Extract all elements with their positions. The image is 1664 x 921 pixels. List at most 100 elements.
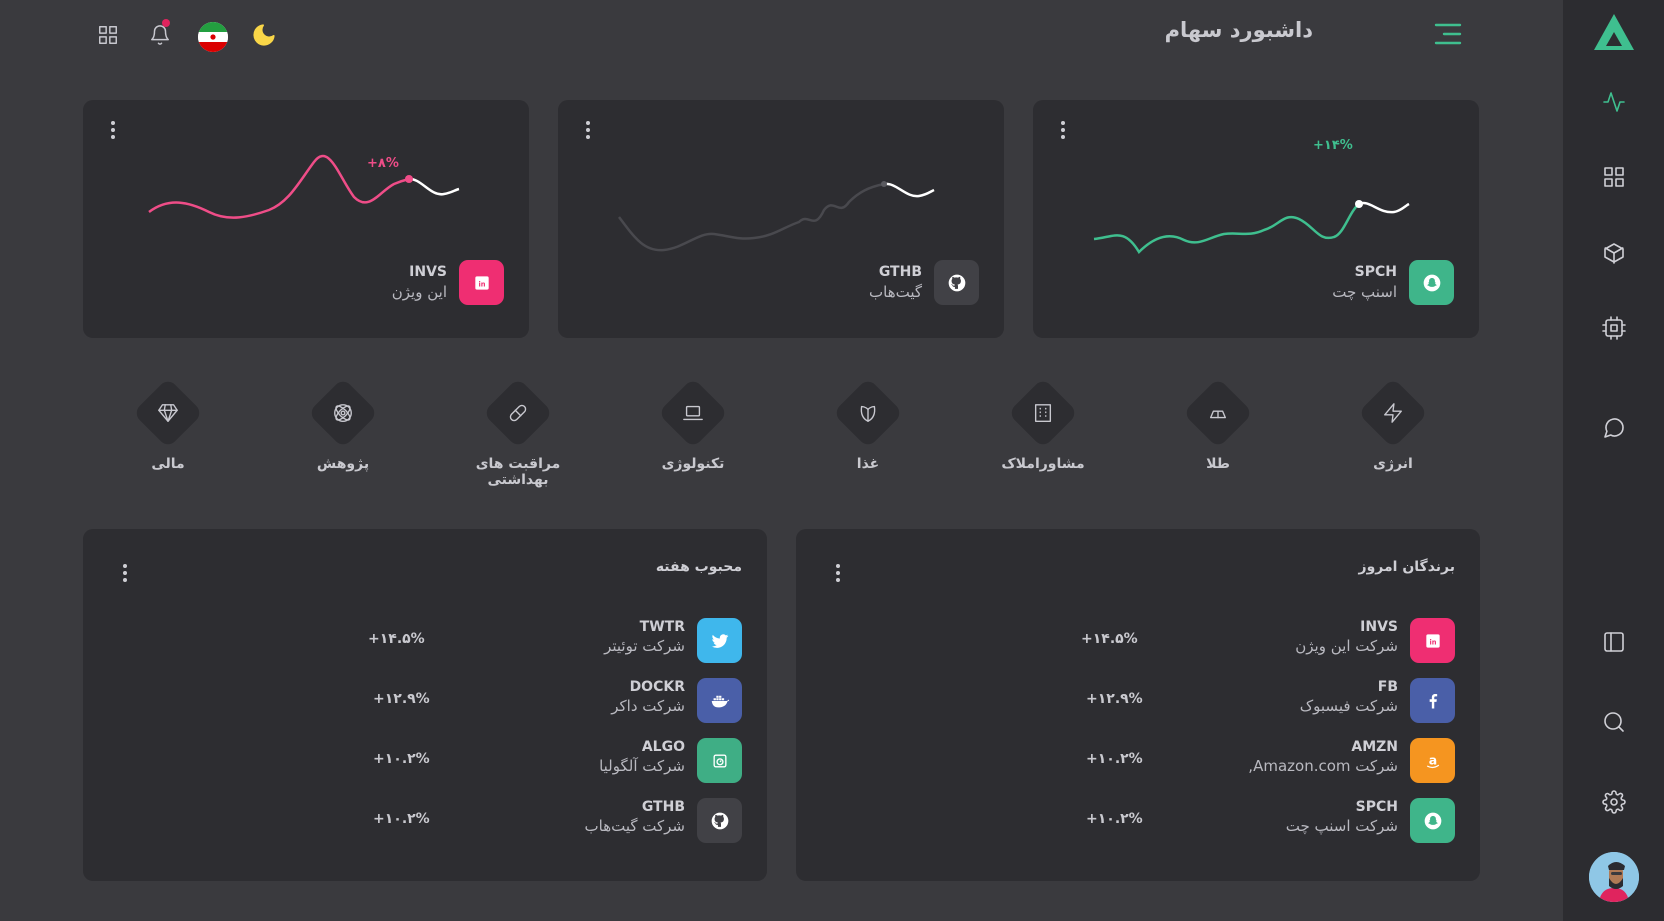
more-options-icon[interactable] <box>108 118 118 142</box>
invision-icon: in <box>459 260 504 305</box>
bell-icon[interactable] <box>146 19 174 50</box>
sparkline-chart <box>1093 200 1410 255</box>
category-label: طلا <box>1206 456 1230 472</box>
notification-dot <box>162 19 170 27</box>
category-research[interactable]: پژوهش <box>268 377 418 472</box>
popular-panel: محبوب هفته TWTR شرکت توئیتر +۱۴.۵% DOCKR ش… <box>83 529 767 881</box>
twitter-icon <box>697 618 742 663</box>
category-technology[interactable]: تکنولوژی <box>618 377 768 472</box>
atom-icon <box>334 404 352 422</box>
category-real-estate[interactable]: مشاوراملاک <box>968 377 1118 472</box>
more-options-icon[interactable] <box>120 561 130 585</box>
zap-icon <box>1384 403 1402 423</box>
stock-symbol: ALGO <box>641 739 685 755</box>
panel-title: برندگان امروز <box>1358 559 1455 575</box>
stock-name: شرکت آلگولیا <box>599 757 685 775</box>
stock-symbol: INVS <box>1360 619 1398 635</box>
iran-flag-icon[interactable] <box>198 22 228 52</box>
stock-symbol: TWTR <box>639 619 685 635</box>
winners-panel: برندگان امروز in INVS شرکت این ویژن +۱۴.۵… <box>796 529 1480 881</box>
facebook-icon <box>1410 678 1455 723</box>
list-item[interactable]: DOCKR شرکت داکر +۱۲.۹% <box>108 678 742 726</box>
settings-icon[interactable] <box>1602 790 1626 814</box>
stock-name: شرکت فیسبوک <box>1299 697 1398 715</box>
list-item[interactable]: ALGO شرکت آلگولیا +۱۰.۲% <box>108 738 742 786</box>
stock-name: شرکت Amazon.com, <box>1248 757 1398 775</box>
change-value: +۱۰.۲% <box>1086 751 1143 767</box>
more-options-icon[interactable] <box>583 118 593 142</box>
category-label: مراقبت های بهداشتی <box>475 456 561 488</box>
category-label: مشاوراملاک <box>1001 456 1085 472</box>
stock-card-gthb[interactable]: GTHB گیت‌هاب <box>558 100 1004 338</box>
change-value: +۱۰.۲% <box>1086 811 1143 827</box>
category-list: انرژی طلا مشاوراملاک غذا تکنولوژی مراقبت… <box>100 377 1430 490</box>
category-gold[interactable]: طلا <box>1143 377 1293 472</box>
stock-symbol: GTHB <box>878 264 922 280</box>
snapchat-icon <box>1410 798 1455 843</box>
gold-icon <box>1209 410 1227 419</box>
amazon-icon: a <box>1410 738 1455 783</box>
category-label: تکنولوژی <box>661 456 725 472</box>
menu-toggle-icon[interactable] <box>1433 20 1463 48</box>
category-food[interactable]: غذا <box>793 377 943 472</box>
apps-grid-icon[interactable] <box>94 20 122 50</box>
list-item[interactable]: SPCH شرکت اسنپ چت +۱۰.۲% <box>821 798 1455 846</box>
stock-symbol: INVS <box>409 264 447 280</box>
sidebar-icon[interactable] <box>1602 630 1626 654</box>
app-logo[interactable] <box>1592 12 1636 52</box>
stock-name: گیت‌هاب <box>869 283 922 301</box>
change-value: +۱۴.۵% <box>368 631 425 647</box>
search-icon[interactable] <box>1602 710 1626 734</box>
category-healthcare[interactable]: مراقبت های بهداشتی <box>443 377 593 488</box>
diamond-icon <box>158 404 178 422</box>
leaf-icon <box>860 405 876 422</box>
stock-card-invs[interactable]: +۸% in INVS این ویژن <box>83 100 529 338</box>
more-options-icon[interactable] <box>1058 118 1068 142</box>
category-label: پژوهش <box>316 456 370 472</box>
message-circle-icon[interactable] <box>1602 416 1626 440</box>
spark-change-label: +۸% <box>367 156 399 171</box>
grid-icon[interactable] <box>1602 165 1626 189</box>
category-label: انرژی <box>1373 456 1413 472</box>
snapchat-icon <box>1409 260 1454 305</box>
laptop-icon <box>683 405 703 421</box>
page-title: داشبورد سهام <box>1164 18 1313 42</box>
building-icon <box>1034 404 1052 422</box>
stock-card-spch[interactable]: +۱۴% SPCH اسنپ چت <box>1033 100 1479 338</box>
category-finance[interactable]: مالی <box>93 377 243 472</box>
list-item[interactable]: FB شرکت فیسبوک +۱۲.۹% <box>821 678 1455 726</box>
sidebar <box>1563 0 1664 921</box>
github-icon <box>697 798 742 843</box>
change-value: +۱۰.۲% <box>373 751 430 767</box>
stock-symbol: AMZN <box>1351 739 1398 755</box>
panel-title: محبوب هفته <box>655 559 742 575</box>
algolia-icon <box>697 738 742 783</box>
list-item[interactable]: TWTR شرکت توئیتر +۱۴.۵% <box>108 618 742 666</box>
moon-icon[interactable] <box>250 20 278 50</box>
stock-name: اسنپ چت <box>1332 283 1397 301</box>
more-options-icon[interactable] <box>833 561 843 585</box>
activity-icon[interactable] <box>1602 90 1626 114</box>
category-energy[interactable]: انرژی <box>1318 377 1468 472</box>
stock-id: SPCH اسنپ چت <box>1332 260 1454 305</box>
box-icon[interactable] <box>1602 241 1626 265</box>
invision-icon: in <box>1410 618 1455 663</box>
github-icon <box>934 260 979 305</box>
category-label: مالی <box>151 456 185 472</box>
avatar[interactable] <box>1589 852 1639 902</box>
svg-text:a: a <box>1428 752 1436 767</box>
spark-change-label: +۱۴% <box>1313 138 1353 153</box>
svg-text:in: in <box>1429 638 1436 646</box>
stock-name: شرکت گیت‌هاب <box>584 817 685 835</box>
list-item[interactable]: GTHB شرکت گیت‌هاب +۱۰.۲% <box>108 798 742 846</box>
header: داشبورد سهام <box>0 0 1563 72</box>
list-item[interactable]: a AMZN شرکت Amazon.com, +۱۰.۲% <box>821 738 1455 786</box>
stock-symbol: GTHB <box>641 799 685 815</box>
change-value: +۱۲.۹% <box>1086 691 1143 707</box>
list-item[interactable]: in INVS شرکت این ویژن +۱۴.۵% <box>821 618 1455 666</box>
stock-symbol: DOCKR <box>629 679 685 695</box>
sparkline-chart <box>148 154 460 219</box>
stock-id: in INVS این ویژن <box>392 260 504 305</box>
cpu-icon[interactable] <box>1602 316 1626 340</box>
change-value: +۱۰.۲% <box>373 811 430 827</box>
